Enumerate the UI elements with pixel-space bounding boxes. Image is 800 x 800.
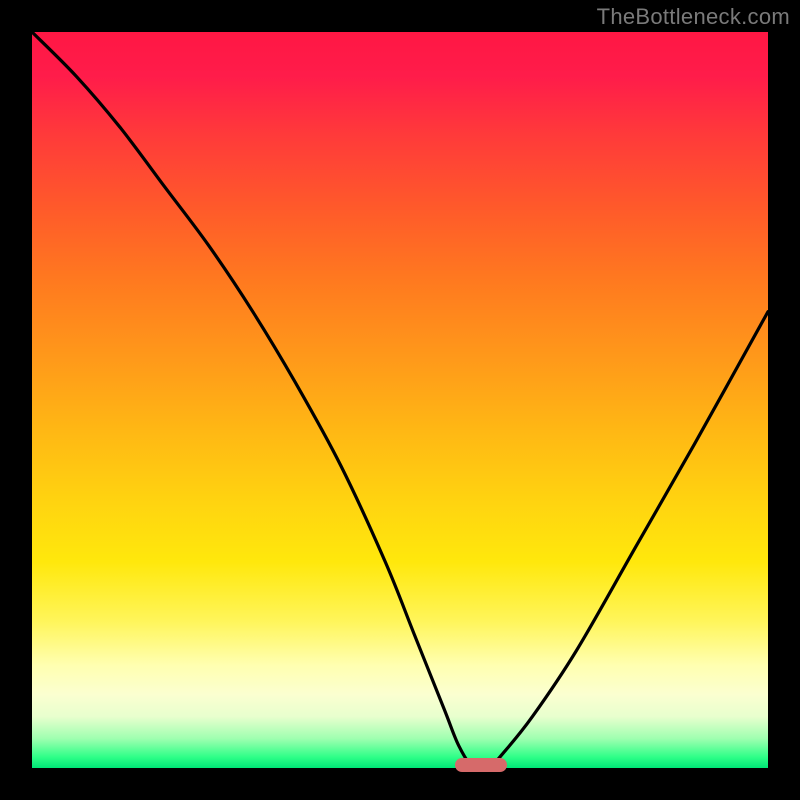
chart-frame: TheBottleneck.com <box>0 0 800 800</box>
optimal-marker <box>455 758 507 772</box>
watermark-text: TheBottleneck.com <box>597 4 790 30</box>
bottleneck-curve <box>32 32 768 768</box>
plot-area <box>32 32 768 768</box>
